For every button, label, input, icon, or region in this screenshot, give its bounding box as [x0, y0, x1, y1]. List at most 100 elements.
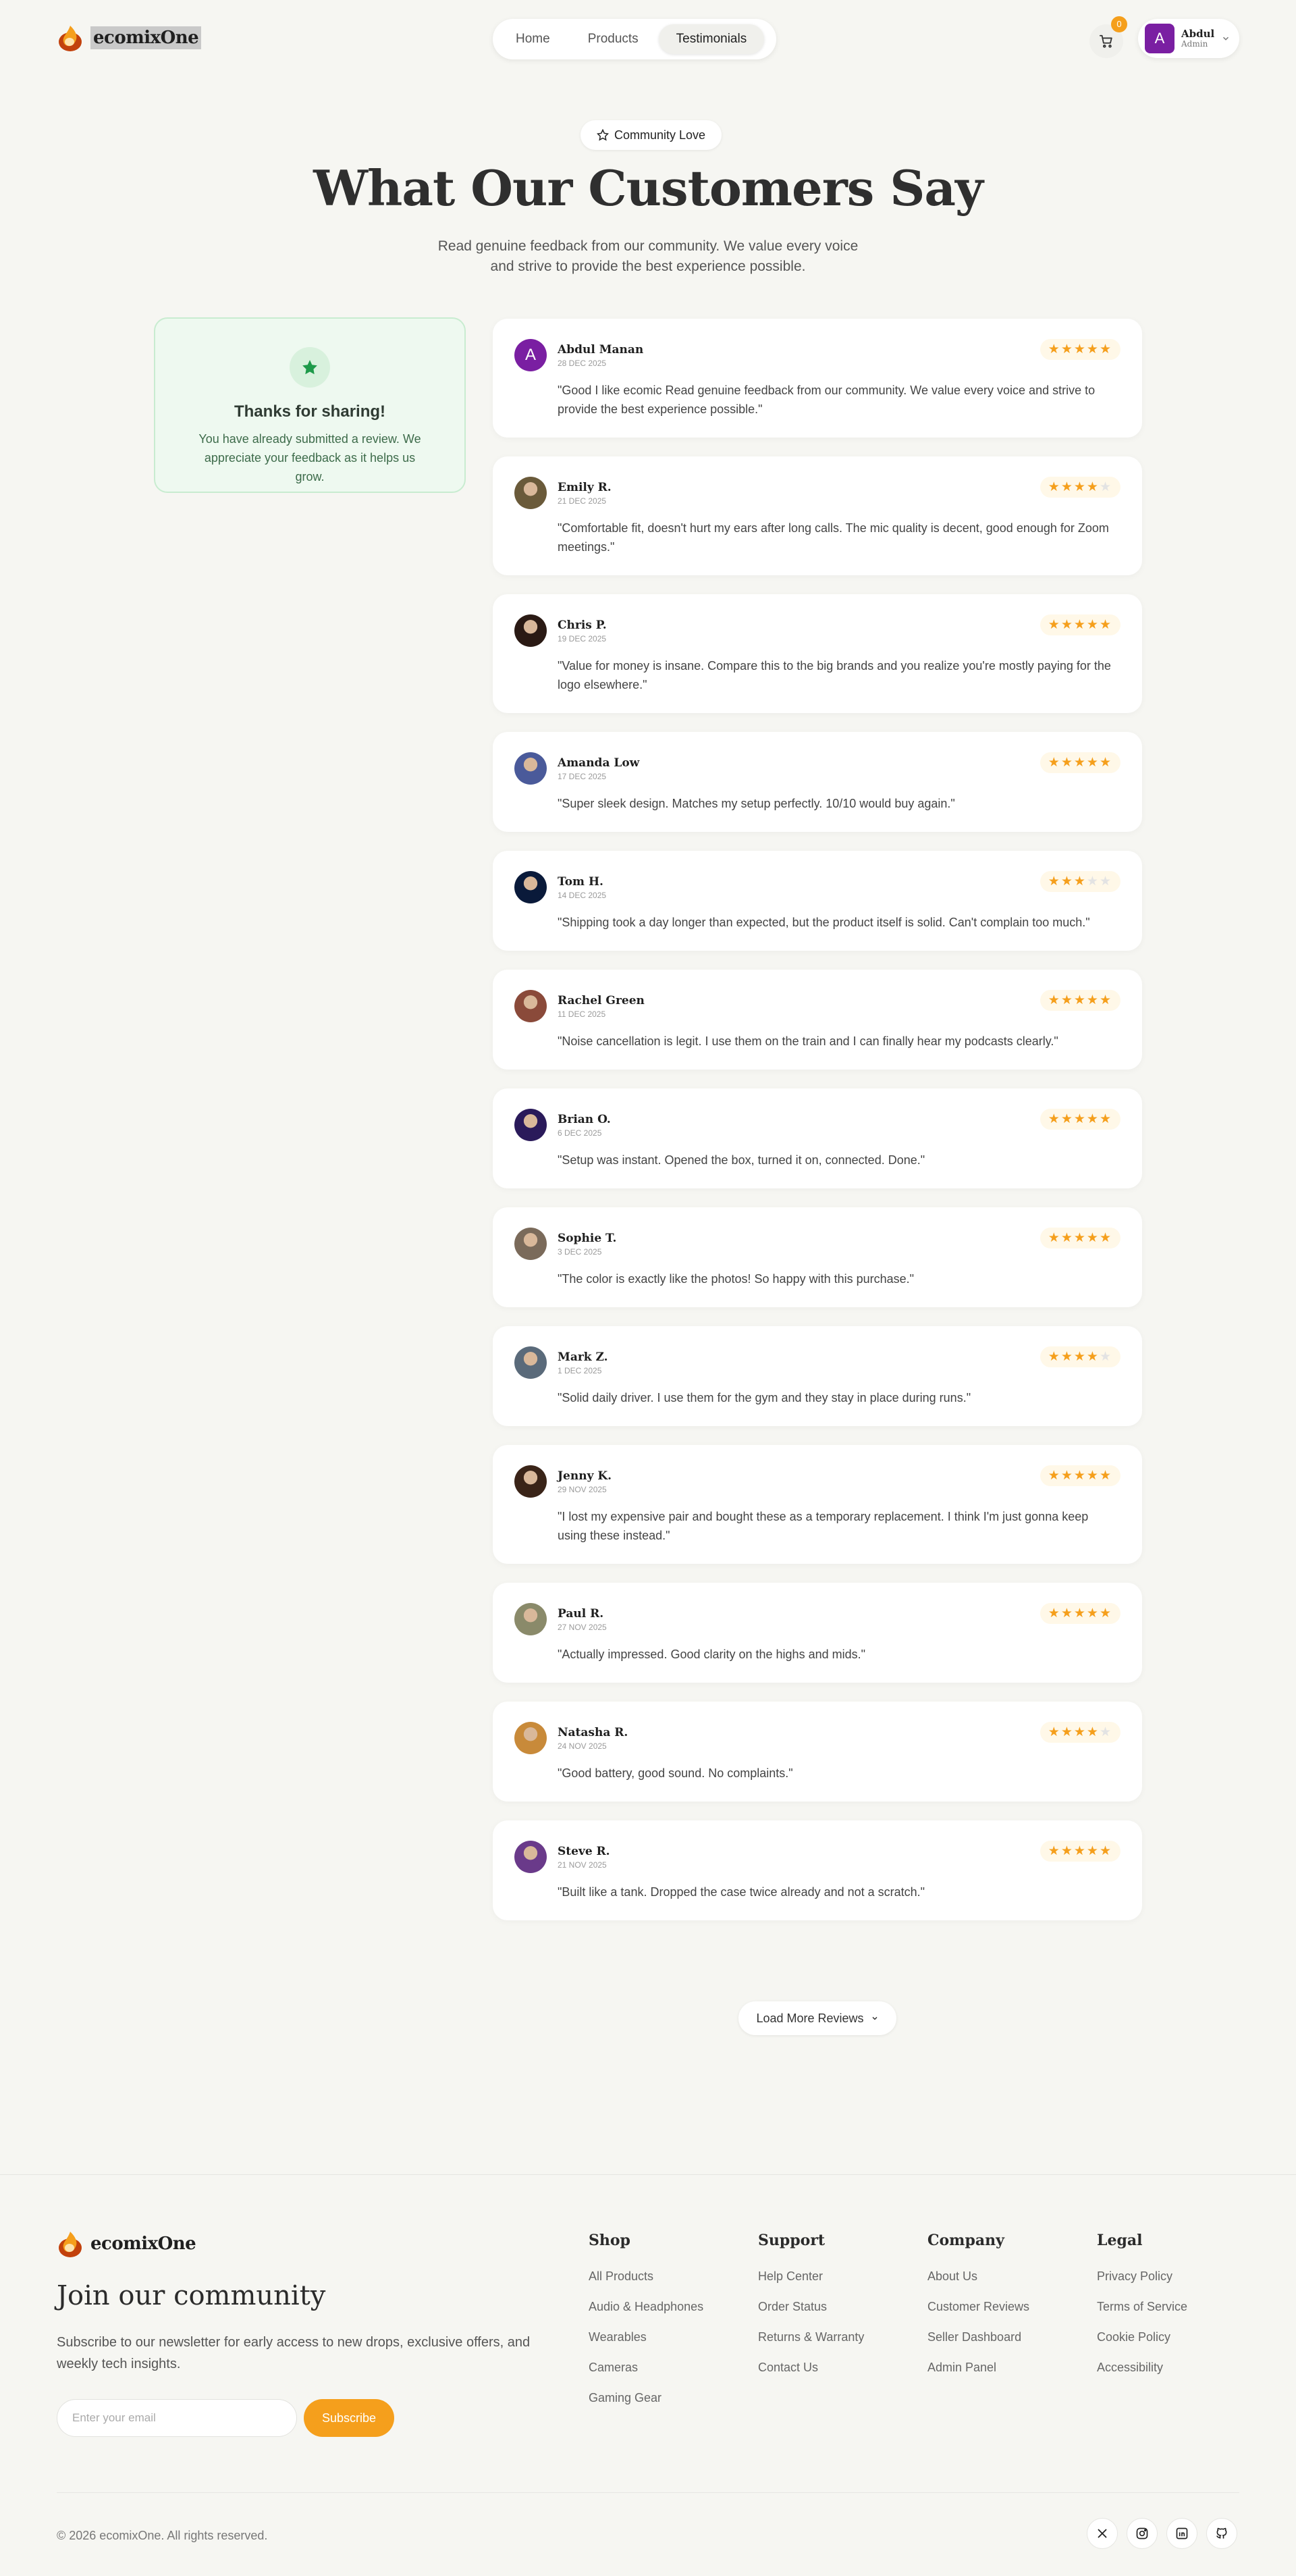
star-filled-icon: ★ — [1099, 618, 1112, 632]
reviewer-name: Chris P. — [558, 618, 607, 632]
star-rating: ★★★★★ — [1040, 1603, 1120, 1624]
footer-link[interactable]: Help Center — [758, 2269, 864, 2300]
subscribe-button[interactable]: Subscribe — [304, 2399, 394, 2437]
review-text: "Value for money is insane. Compare this… — [558, 659, 1111, 691]
chevron-down-icon — [1223, 36, 1229, 41]
review-text: "Setup was instant. Opened the box, turn… — [558, 1153, 925, 1167]
newsletter-email-input[interactable] — [57, 2399, 297, 2437]
review-header: Amanda Low 17 DEC 2025 — [514, 752, 1120, 785]
star-filled-icon: ★ — [1060, 1469, 1074, 1483]
star-filled-icon: ★ — [1060, 342, 1074, 357]
review-text: "I lost my expensive pair and bought the… — [558, 1510, 1089, 1542]
star-filled-icon: ★ — [1086, 756, 1100, 770]
nav-testimonials[interactable]: Testimonials — [658, 24, 765, 54]
load-more-button[interactable]: Load More Reviews — [738, 2001, 896, 2035]
star-rating: ★★★★★ — [1040, 1346, 1120, 1367]
brand-logo[interactable]: ecomixOne — [57, 23, 202, 53]
review-header: Jenny K. 29 NOV 2025 — [514, 1465, 1120, 1498]
social-instagram-button[interactable] — [1127, 2518, 1158, 2549]
star-filled-icon: ★ — [1099, 1231, 1112, 1245]
footer-column-title: Legal — [1097, 2232, 1143, 2249]
footer-link[interactable]: Audio & Headphones — [589, 2300, 703, 2330]
user-menu[interactable]: A Abdul Admin — [1138, 19, 1239, 58]
star-filled-icon: ★ — [1073, 342, 1087, 357]
star-rating: ★★★★★ — [1040, 871, 1120, 892]
footer-link[interactable]: All Products — [589, 2269, 703, 2300]
footer-link[interactable]: Admin Panel — [927, 2361, 1029, 2391]
star-rating: ★★★★★ — [1040, 477, 1120, 498]
social-github-button[interactable] — [1206, 2518, 1237, 2549]
star-filled-icon: ★ — [1086, 1725, 1100, 1739]
review-header: Rachel Green 11 DEC 2025 — [514, 990, 1120, 1022]
star-filled-icon: ★ — [1048, 1606, 1061, 1621]
avatar — [514, 990, 547, 1022]
footer-logo[interactable]: ecomixOne — [57, 2229, 196, 2259]
star-filled-icon: ★ — [1048, 874, 1061, 889]
star-filled-icon: ★ — [1073, 1606, 1087, 1621]
star-filled-icon: ★ — [1060, 1606, 1074, 1621]
footer-link[interactable]: Customer Reviews — [927, 2300, 1029, 2330]
star-filled-icon: ★ — [1073, 1725, 1087, 1739]
footer-link[interactable]: Cameras — [589, 2361, 703, 2391]
social-x-button[interactable] — [1087, 2518, 1118, 2549]
review-card: Jenny K. 29 NOV 2025 ★★★★★ "I lost my expen… — [493, 1445, 1142, 1564]
star-filled-icon: ★ — [1086, 342, 1100, 357]
footer-column-shop: Shop All Products Audio & Headphones Wea… — [589, 2232, 703, 2421]
footer-link[interactable]: Gaming Gear — [589, 2391, 703, 2421]
nav-home[interactable]: Home — [498, 24, 568, 54]
footer-link[interactable]: Wearables — [589, 2330, 703, 2361]
reviewer-name: Sophie T. — [558, 1231, 617, 1245]
review-header: Natasha R. 24 NOV 2025 — [514, 1722, 1120, 1754]
star-filled-icon: ★ — [1073, 618, 1087, 632]
footer-link[interactable]: Seller Dashboard — [927, 2330, 1029, 2361]
star-filled-icon: ★ — [1060, 756, 1074, 770]
review-text: "Super sleek design. Matches my setup pe… — [558, 797, 955, 810]
footer-link[interactable]: Returns & Warranty — [758, 2330, 864, 2361]
review-text: "The color is exactly like the photos! S… — [558, 1272, 915, 1286]
review-header: A Abdul Manan 28 DEC 2025 — [514, 339, 1120, 371]
review-header: Mark Z. 1 DEC 2025 — [514, 1346, 1120, 1379]
footer-divider — [57, 2492, 1239, 2493]
footer-link[interactable]: Accessibility — [1097, 2361, 1187, 2391]
review-date: 24 NOV 2025 — [558, 1741, 607, 1751]
instagram-icon — [1136, 2527, 1148, 2540]
nav-products[interactable]: Products — [570, 24, 656, 54]
star-empty-icon: ★ — [1099, 874, 1112, 889]
cart-button[interactable]: 0 — [1089, 16, 1127, 58]
footer-link[interactable]: Cookie Policy — [1097, 2330, 1187, 2361]
newsletter-description: Subscribe to our newsletter for early ac… — [57, 2335, 531, 2371]
star-filled-icon: ★ — [1048, 618, 1061, 632]
review-submitted-card: Thanks for sharing! You have already sub… — [154, 317, 466, 493]
chevron-down-icon — [872, 2016, 878, 2020]
reviewer-name: Emily R. — [558, 480, 612, 494]
avatar — [514, 1603, 547, 1635]
footer-column-title: Company — [927, 2232, 1004, 2249]
footer-link[interactable]: Privacy Policy — [1097, 2269, 1187, 2300]
reviewer-name: Rachel Green — [558, 993, 645, 1007]
review-header: Brian O. 6 DEC 2025 — [514, 1109, 1120, 1141]
cart-icon — [1099, 34, 1112, 48]
star-filled-icon: ★ — [1073, 1112, 1087, 1126]
star-rating: ★★★★★ — [1040, 339, 1120, 360]
review-card: Brian O. 6 DEC 2025 ★★★★★ "Setup was instan… — [493, 1088, 1142, 1188]
avatar — [514, 1109, 547, 1141]
thanks-text: You have already submitted a review. We … — [198, 432, 421, 483]
star-rating: ★★★★★ — [1040, 614, 1120, 635]
reviewer-name: Natasha R. — [558, 1725, 628, 1739]
footer-link[interactable]: Order Status — [758, 2300, 864, 2330]
review-header: Paul R. 27 NOV 2025 — [514, 1603, 1120, 1635]
star-filled-icon: ★ — [1099, 1469, 1112, 1483]
avatar — [514, 1841, 547, 1873]
footer-link[interactable]: About Us — [927, 2269, 1029, 2300]
star-filled-icon: ★ — [1048, 1469, 1061, 1483]
footer-link[interactable]: Terms of Service — [1097, 2300, 1187, 2330]
star-filled-icon: ★ — [1073, 1350, 1087, 1364]
newsletter-title: Join our community — [57, 2280, 326, 2311]
star-filled-icon: ★ — [1073, 480, 1087, 494]
reviewer-name: Amanda Low — [558, 756, 640, 770]
star-filled-icon: ★ — [1086, 1112, 1100, 1126]
review-header: Steve R. 21 NOV 2025 — [514, 1841, 1120, 1873]
social-linkedin-button[interactable] — [1166, 2518, 1197, 2549]
footer-link[interactable]: Contact Us — [758, 2361, 864, 2391]
review-card: Sophie T. 3 DEC 2025 ★★★★★ "The color is ex… — [493, 1207, 1142, 1307]
